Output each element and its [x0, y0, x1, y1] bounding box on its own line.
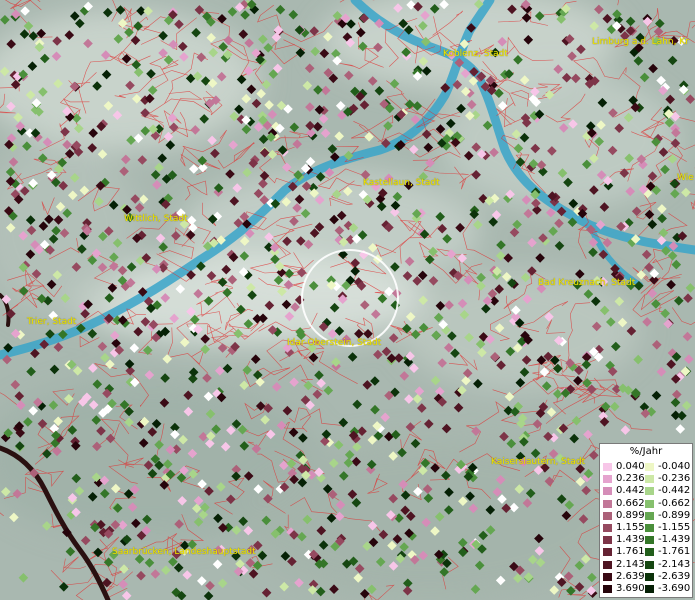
- legend-value: -1.439: [658, 534, 691, 546]
- map-canvas: [0, 0, 695, 600]
- legend-swatch: [645, 536, 654, 545]
- legend-value: 1.155: [616, 522, 645, 533]
- map-view[interactable]: Koblenz, Stadt Limburg a.d. Lahn, Kr Kas…: [0, 0, 695, 600]
- legend-swatch: [645, 475, 654, 484]
- legend-value: -2.639: [658, 570, 691, 582]
- legend-value: -0.236: [658, 473, 691, 485]
- city-label-kastellaun: Kastellaun, Stadt: [363, 178, 440, 188]
- legend-swatch: [603, 499, 612, 508]
- legend-value: -2.143: [658, 558, 691, 570]
- legend-swatch: [603, 572, 612, 581]
- city-label-trier: Trier, Stadt: [27, 317, 77, 327]
- legend-swatch: [645, 585, 654, 593]
- city-label-wie: Wie: [677, 173, 694, 183]
- city-label-bad-kreuznach: Bad Kreuznach, Stadt: [538, 278, 636, 288]
- legend-swatch: [645, 499, 654, 508]
- legend-value: 0.899: [616, 509, 645, 521]
- city-label-wittlich: Wittlich, Stadt: [124, 214, 188, 224]
- legend-swatch: [603, 560, 612, 569]
- color-legend: %/Jahr 0.040 0.236 0.442 0.662 0.899 1.155 1.4…: [599, 443, 693, 598]
- city-label-kaiserslautern: Kaiserslautern, Stadt: [491, 457, 586, 467]
- legend-swatch: [645, 463, 654, 471]
- legend-swatch: [645, 487, 654, 496]
- city-label-idar-oberstein: Idar-Oberstein, Stadt: [287, 338, 382, 348]
- legend-value: 0.040: [616, 461, 645, 472]
- legend-swatch: [603, 585, 612, 593]
- legend-swatch: [603, 475, 612, 484]
- city-label-saarbruecken: Saarbrücken, Landeshauptstadt: [112, 547, 256, 557]
- legend-value: -0.040: [658, 461, 691, 472]
- legend-value: 1.761: [616, 546, 645, 558]
- legend-swatch: [603, 487, 612, 496]
- legend-swatch: [645, 548, 654, 557]
- legend-swatch: [645, 511, 654, 520]
- legend-swatch: [645, 560, 654, 569]
- legend-value: -1.155: [658, 522, 691, 533]
- legend-value: 0.442: [616, 485, 645, 497]
- legend-value: 0.236: [616, 473, 645, 485]
- legend-swatch: [603, 511, 612, 520]
- legend-swatch: [645, 572, 654, 581]
- legend-value: 1.439: [616, 534, 645, 546]
- legend-value: 2.639: [616, 570, 645, 582]
- city-label-koblenz: Koblenz, Stadt: [443, 49, 508, 59]
- legend-value: -3.690: [658, 583, 691, 594]
- legend-title: %/Jahr: [629, 446, 663, 457]
- legend-value: 0.662: [616, 497, 645, 509]
- legend-swatch: [603, 548, 612, 557]
- legend-value: -0.662: [658, 497, 691, 509]
- legend-swatch: [603, 524, 612, 532]
- legend-value: 2.143: [616, 558, 645, 570]
- legend-value: -0.442: [658, 485, 691, 497]
- legend-swatch: [645, 524, 654, 532]
- legend-swatch: [603, 536, 612, 545]
- legend-value: 3.690: [616, 583, 645, 594]
- legend-swatch: [603, 463, 612, 471]
- legend-value: -1.761: [658, 546, 691, 558]
- legend-value: -0.899: [658, 509, 691, 521]
- city-label-limburg: Limburg a.d. Lahn, Kr: [592, 37, 689, 47]
